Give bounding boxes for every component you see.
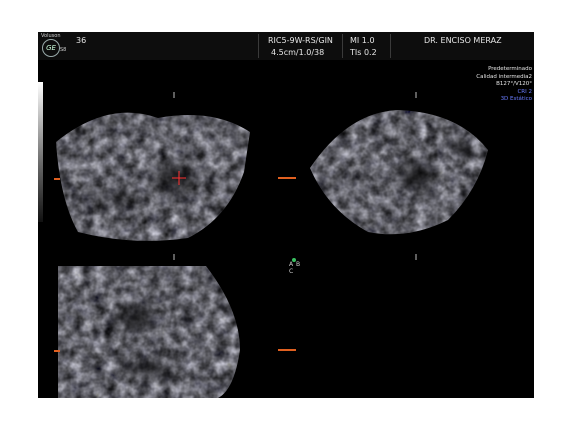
probe-label: RIC5-9W-RS/GIN: [268, 36, 333, 45]
ultrasound-views: A B C: [54, 92, 488, 398]
orientation-glyph-icon: A B C: [289, 258, 300, 275]
ge-logo-icon: GE: [42, 39, 60, 57]
marker-c: C: [289, 268, 293, 275]
depth-label: 4.5cm/1.0/38: [271, 48, 325, 57]
transverse-view: [310, 110, 488, 235]
tis-label: TIs 0.2: [350, 48, 377, 57]
divider: [390, 34, 391, 58]
divider: [342, 34, 343, 58]
frame-number: 36: [76, 36, 87, 45]
logo-sub-label: S8: [60, 47, 67, 53]
header-bar: Voluson GE S8 36 RIC5-9W-RS/GIN 4.5cm/1.…: [38, 32, 534, 60]
divider: [258, 34, 259, 58]
sagittal-view: [56, 112, 250, 241]
marker-a: A: [289, 261, 294, 268]
mi-label: MI 1.0: [350, 36, 375, 45]
operator-name: DR. ENCISO MERAZ: [424, 36, 502, 45]
coronal-view: [58, 266, 240, 398]
marker-b: B: [296, 261, 300, 268]
ultrasound-screen: Voluson GE S8 36 RIC5-9W-RS/GIN 4.5cm/1.…: [38, 32, 534, 398]
